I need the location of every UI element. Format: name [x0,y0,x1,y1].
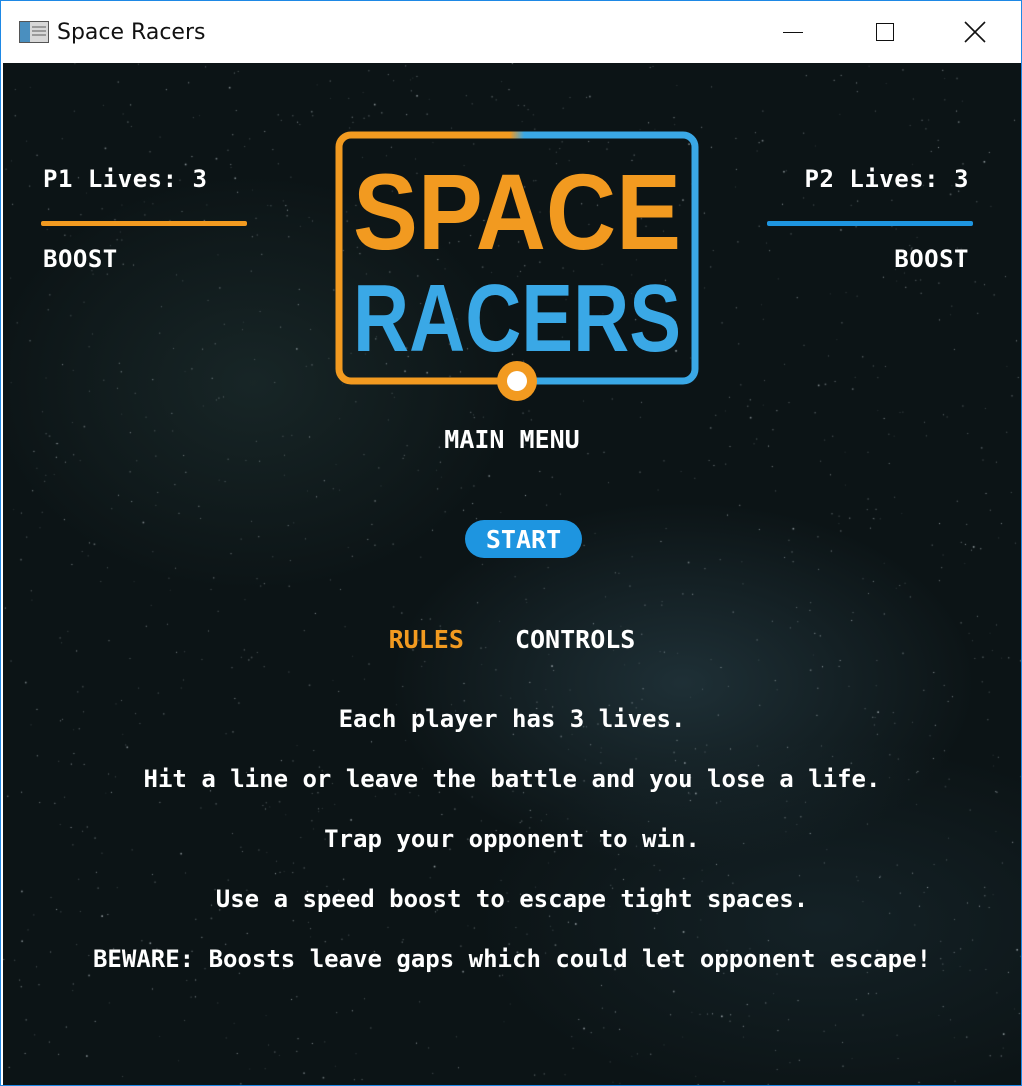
p2-boost-label: BOOST [894,245,969,273]
p2-lives-label: P2 Lives: 3 [804,165,969,193]
rule-line: Hit a line or leave the battle and you l… [143,765,881,793]
rules-panel: Each player has 3 lives. Hit a line or l… [3,705,1021,1005]
tab-controls[interactable]: CONTROLS [515,625,635,654]
logo-line-racers: RACERS [353,265,681,372]
rule-line: Trap your opponent to win. [324,825,700,853]
app-icon [19,21,49,43]
title-bar[interactable]: Space Racers [1,1,1021,63]
rule-line: Use a speed boost to escape tight spaces… [215,885,809,913]
maximize-icon [876,23,894,41]
menu-tabs: RULES CONTROLS [3,625,1021,654]
space-racers-logo: SPACE RACERS [335,131,699,401]
p2-boost-bar [767,221,973,226]
p1-lives-label: P1 Lives: 3 [43,165,208,193]
window-title: Space Racers [57,20,206,45]
minimize-icon [783,31,803,33]
game-canvas: P1 Lives: 3 BOOST P2 Lives: 3 BOOST SPAC… [3,63,1021,1085]
rule-line: BEWARE: Boosts leave gaps which could le… [92,945,932,973]
start-button[interactable]: START [465,520,582,558]
app-window: Space Racers P1 Lives: 3 BOOST P2 Lives:… [0,0,1022,1086]
p1-boost-bar [41,221,247,226]
minimize-button[interactable] [747,1,839,63]
p1-boost-label: BOOST [43,245,118,273]
maximize-button[interactable] [839,1,931,63]
rule-line: Each player has 3 lives. [338,705,686,733]
close-icon [964,21,986,43]
logo-line-space: SPACE [353,151,681,272]
close-button[interactable] [929,1,1021,63]
main-menu-heading: MAIN MENU [444,425,580,454]
tab-rules[interactable]: RULES [389,625,464,654]
thruster-flame-icon [497,361,537,401]
